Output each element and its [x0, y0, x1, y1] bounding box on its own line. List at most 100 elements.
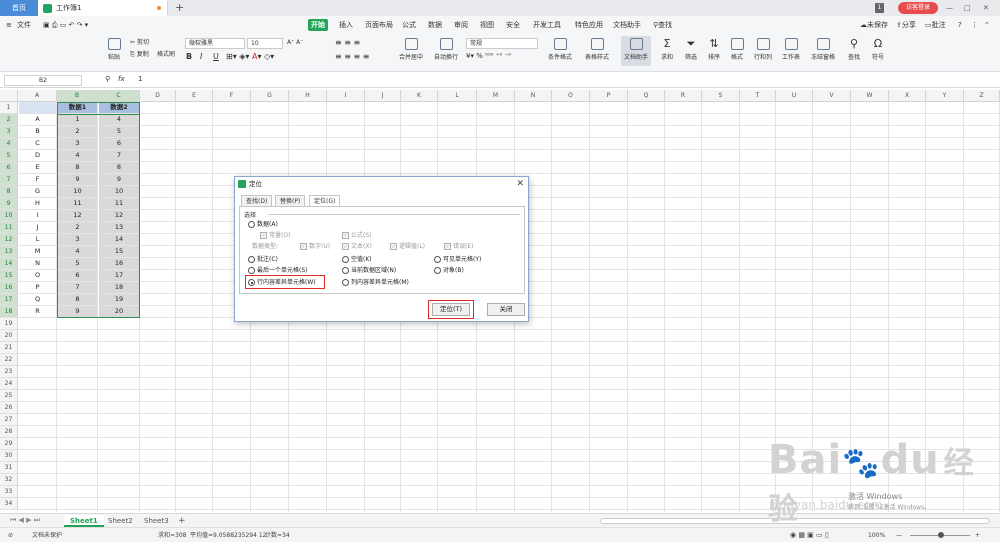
format-button[interactable]: 格式 [727, 38, 747, 61]
column-header[interactable]: Y [926, 90, 964, 102]
row-header[interactable]: 18 [0, 306, 18, 318]
column-header[interactable]: K [401, 90, 438, 102]
sum-button[interactable]: Σ 求和 [657, 38, 677, 62]
row-header[interactable]: 31 [0, 462, 18, 474]
column-header[interactable]: M [477, 90, 515, 102]
option-last-cell[interactable]: 最后一个单元格(S) [248, 266, 308, 275]
menu-view[interactable]: 视图 [477, 19, 497, 31]
option-col-diff[interactable]: 列内容差异单元格(M) [342, 278, 409, 287]
column-header[interactable]: Q [628, 90, 665, 102]
sheet-nav-buttons[interactable]: ⏮ ◀ ▶ ⏭ [10, 516, 40, 525]
sheet-tab-sheet3[interactable]: Sheet3 [138, 515, 175, 527]
underline-button[interactable]: U [213, 52, 219, 61]
row-header[interactable]: 10 [0, 210, 18, 222]
menu-security[interactable]: 安全 [503, 19, 523, 31]
home-tab[interactable]: 首页 [0, 0, 38, 16]
row-header[interactable]: 3 [0, 126, 18, 138]
tab-find[interactable]: 查找(D) [241, 195, 273, 206]
row-header[interactable]: 29 [0, 438, 18, 450]
sort-button[interactable]: ⇅ 排序 [704, 38, 724, 62]
row-header[interactable]: 30 [0, 450, 18, 462]
table-cell[interactable]: J [19, 222, 56, 233]
italic-button[interactable]: I [200, 52, 202, 61]
table-cell[interactable]: A [19, 114, 56, 125]
comment-button[interactable]: ▭批注 [922, 19, 949, 31]
menu-insert[interactable]: 插入 [336, 19, 356, 31]
row-header[interactable]: 14 [0, 258, 18, 270]
font-name-select[interactable]: 微软雅黑 [185, 38, 245, 49]
zoom-formula-icon[interactable]: ⚲ [105, 75, 110, 84]
copy-button[interactable]: ⎘ 复制 [130, 50, 149, 59]
close-window-button[interactable]: ✕ [983, 2, 989, 14]
column-header[interactable]: J [365, 90, 401, 102]
table-style-button[interactable]: 表格样式 [582, 38, 612, 61]
row-header[interactable]: 33 [0, 486, 18, 498]
table-cell[interactable]: Q [19, 294, 56, 305]
fx-button[interactable]: fx [118, 75, 125, 84]
row-header[interactable]: 19 [0, 318, 18, 330]
window-count-badge[interactable]: 1 [875, 3, 884, 13]
row-header[interactable]: 1 [0, 102, 18, 114]
menu-data[interactable]: 数据 [425, 19, 445, 31]
bold-button[interactable]: B [186, 52, 192, 61]
row-header[interactable]: 8 [0, 186, 18, 198]
row-header[interactable]: 7 [0, 174, 18, 186]
column-header[interactable]: F [213, 90, 251, 102]
row-header[interactable]: 34 [0, 498, 18, 510]
name-box[interactable]: B2 [4, 75, 82, 86]
row-header[interactable]: 5 [0, 150, 18, 162]
zoom-slider-thumb[interactable] [938, 532, 944, 538]
column-header[interactable]: Z [964, 90, 1000, 102]
column-header[interactable]: L [438, 90, 477, 102]
conditional-format-button[interactable]: 条件格式 [546, 38, 574, 61]
quick-access-toolbar[interactable]: ▣ ⎙ ▭ ↶ ↷ ▾ [40, 19, 91, 31]
row-header[interactable]: 2 [0, 114, 18, 126]
row-header[interactable]: 21 [0, 342, 18, 354]
column-header[interactable]: G [251, 90, 289, 102]
column-header[interactable]: I [327, 90, 365, 102]
align-top-buttons[interactable]: ≡ ≡ ≡ [335, 38, 360, 47]
menu-review[interactable]: 审阅 [451, 19, 471, 31]
row-header[interactable]: 32 [0, 474, 18, 486]
column-header[interactable]: O [552, 90, 590, 102]
option-visible[interactable]: 可见单元格(Y) [434, 255, 481, 264]
column-header[interactable]: W [851, 90, 889, 102]
document-tab[interactable]: 工作簿1 [38, 0, 168, 16]
find-button[interactable]: ⚲ 查找 [843, 38, 865, 62]
column-header[interactable]: T [740, 90, 776, 102]
zoom-out-button[interactable]: — [896, 528, 902, 542]
new-tab-button[interactable]: + [175, 1, 184, 15]
menu-featured[interactable]: 特色应用 [572, 19, 606, 31]
table-cell[interactable]: H [19, 198, 56, 209]
search-command[interactable]: ⚲查找 [650, 19, 675, 31]
radio-current-region[interactable] [342, 267, 349, 274]
table-cell[interactable]: N [19, 258, 56, 269]
view-mode-buttons[interactable]: ◉ ▦ ▣ ▭ ▯ [790, 528, 829, 542]
column-header[interactable]: R [665, 90, 702, 102]
row-header[interactable]: 28 [0, 426, 18, 438]
sheet-tab-sheet1[interactable]: Sheet1 [64, 515, 104, 527]
menu-doc-helper[interactable]: 文档助手 [610, 19, 644, 31]
option-object[interactable]: 对象(B) [434, 266, 464, 275]
help-icon[interactable]: ? [955, 19, 965, 31]
radio-comment[interactable] [248, 256, 255, 263]
row-header[interactable]: 22 [0, 354, 18, 366]
column-header[interactable]: B [57, 90, 98, 102]
table-cell[interactable]: E [19, 162, 56, 173]
cell-a1[interactable] [19, 102, 56, 113]
radio-visible[interactable] [434, 256, 441, 263]
paste-button[interactable]: 粘贴 [103, 38, 125, 61]
row-header[interactable]: 4 [0, 138, 18, 150]
column-header[interactable]: U [776, 90, 813, 102]
zoom-in-button[interactable]: + [975, 528, 980, 542]
share-button[interactable]: ⇪分享 [893, 19, 919, 31]
column-header[interactable]: V [813, 90, 851, 102]
dialog-close-icon[interactable]: ✕ [516, 177, 524, 191]
row-header[interactable]: 9 [0, 198, 18, 210]
table-cell[interactable]: M [19, 246, 56, 257]
option-data[interactable]: 数据(A) [248, 220, 278, 229]
row-header[interactable]: 20 [0, 330, 18, 342]
column-header[interactable]: E [176, 90, 213, 102]
symbol-button[interactable]: Ω 符号 [867, 38, 889, 62]
doc-helper-button[interactable]: 文档助手 [621, 36, 651, 66]
